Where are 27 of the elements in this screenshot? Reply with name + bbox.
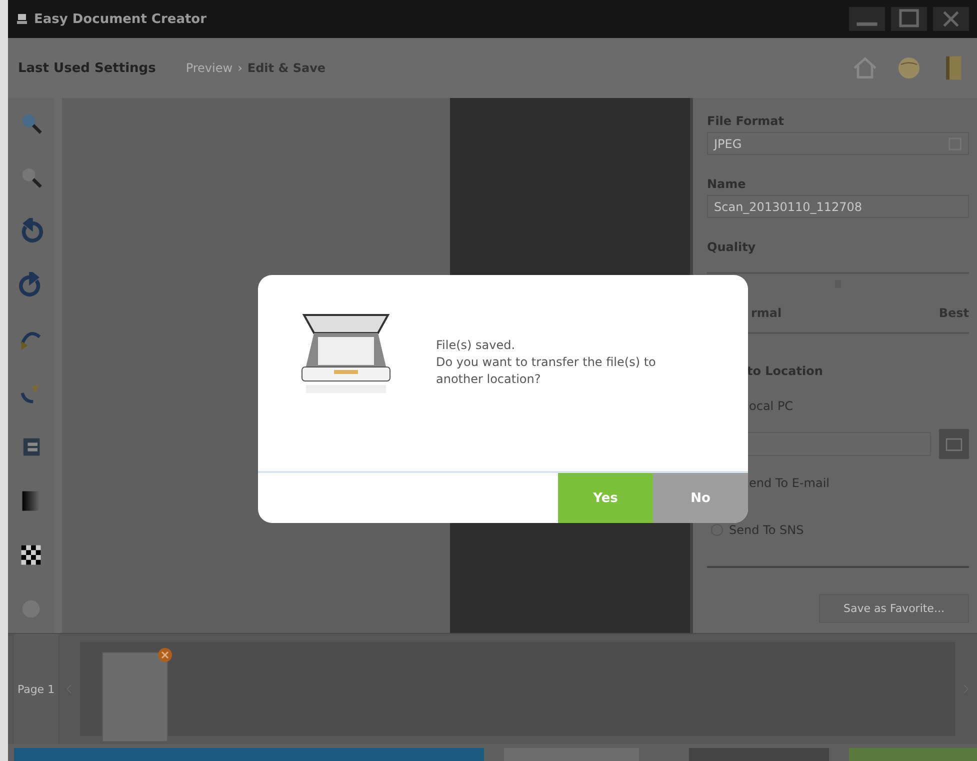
dialog-message: Do you want to transfer the file(s) to another location? <box>436 354 657 388</box>
settings-label[interactable]: Last Used Settings <box>18 60 156 76</box>
breadcrumb-item[interactable]: Preview <box>186 61 233 75</box>
window-title: Easy Document Creator <box>34 12 207 26</box>
yes-button[interactable]: Yes <box>558 473 653 523</box>
field-label: File Format <box>707 114 785 128</box>
field-label: Quality <box>707 240 757 254</box>
save-favorite-button[interactable]: Save as Favorite... <box>819 594 969 623</box>
maximize-icon[interactable] <box>891 7 927 31</box>
folder-icon[interactable] <box>939 429 969 460</box>
name-field[interactable]: Scan_20130110_112708 <box>707 195 969 218</box>
breadcrumb-separator: › <box>238 61 242 75</box>
delete-icon[interactable] <box>158 648 172 662</box>
minimize-icon[interactable] <box>849 7 885 31</box>
field-label: Name <box>707 177 747 192</box>
breadcrumb-item[interactable]: Edit & Save <box>247 61 326 75</box>
radio-label[interactable]: end To E-mail <box>749 476 830 490</box>
dialog-message: File(s) saved. <box>436 337 516 354</box>
page-label: Page 1 <box>14 634 58 744</box>
format-dropdown[interactable]: JPEG <box>707 132 969 156</box>
radio-button[interactable] <box>711 524 723 536</box>
no-button[interactable]: No <box>653 473 748 523</box>
radio-label[interactable]: ocal PC <box>749 398 794 413</box>
close-icon[interactable] <box>933 7 969 31</box>
app-icon <box>16 13 28 25</box>
page-thumbnail[interactable] <box>102 652 168 742</box>
section-label: to Location <box>747 364 824 378</box>
